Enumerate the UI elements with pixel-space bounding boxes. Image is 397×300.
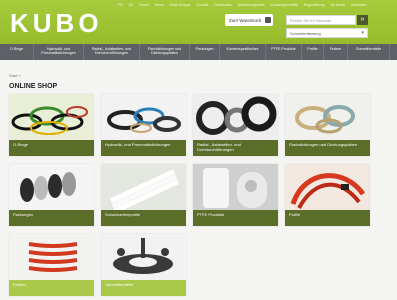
- tile-label: Gummiformteile: [101, 280, 186, 296]
- top-link[interactable]: Ihr Konto: [331, 3, 345, 7]
- nav-item-gummiformteile[interactable]: Gummiformteile: [348, 44, 390, 60]
- category-tile-flachdichtungen[interactable]: Flachdichtungen und Dichtungsplatten: [285, 94, 370, 156]
- nav-item-o-ringe[interactable]: O-Ringe: [0, 44, 34, 60]
- chevron-down-icon: ▾: [361, 30, 364, 36]
- quick-select[interactable]: Schnellerfassung ▾: [286, 28, 368, 38]
- tile-label: Flachdichtungen und Dichtungsplatten: [285, 140, 370, 156]
- main-nav: O-Ringe Hydraulik- und Pneumatikdichtung…: [0, 44, 397, 60]
- hydraulic-seals-image: [101, 94, 186, 140]
- springs-image: [9, 234, 94, 280]
- category-tile-packungen[interactable]: Packungen: [9, 164, 94, 226]
- header: KUBO FR DE Home News Kubo Gruppe Kontakt…: [0, 0, 397, 44]
- nav-item-kundenspezifisches[interactable]: Kundenspezifisches: [220, 44, 266, 60]
- cart-button[interactable]: Zum Warenkorb: [225, 14, 273, 26]
- category-tile-o-ringe[interactable]: O-Ringe: [9, 94, 94, 156]
- quick-select-value: Schnellerfassung: [290, 31, 321, 36]
- top-links: FR DE Home News Kubo Gruppe Kontakt Down…: [118, 3, 397, 7]
- flat-gaskets-image: [285, 94, 370, 140]
- search-input[interactable]: Finden Sie Ihr Nummer: [286, 15, 356, 25]
- page-title: ONLINE SHOP: [9, 83, 58, 90]
- tile-label: Hydraulik- und Pneumatikdichtungen: [101, 140, 186, 156]
- category-tile-ptfe[interactable]: PTFE Produkte: [193, 164, 278, 226]
- top-link[interactable]: Anmelden: [351, 3, 367, 7]
- nav-item-hydraulik[interactable]: Hydraulik- und Pneumatikdichtungen: [34, 44, 84, 60]
- category-tile-schutzkantenprofile[interactable]: Schutzkantenprofile: [101, 164, 186, 226]
- top-link[interactable]: FR: [118, 3, 123, 7]
- category-tile-gummiformteile[interactable]: Gummiformteile: [101, 234, 186, 296]
- edge-profiles-image: [101, 164, 186, 210]
- top-link[interactable]: Anmeldungsseite: [238, 3, 265, 7]
- nav-item-flachdichtungen[interactable]: Flachdichtungen und Dichtungsplatten: [140, 44, 190, 60]
- packings-image: [9, 164, 94, 210]
- top-link[interactable]: Kubo Gruppe: [170, 3, 191, 7]
- nav-item-federn[interactable]: Federn: [324, 44, 348, 60]
- top-link[interactable]: Home: [140, 3, 149, 7]
- top-link[interactable]: News: [155, 3, 164, 7]
- radial-seals-image: [193, 94, 278, 140]
- profiles-image: [285, 164, 370, 210]
- cart-label: Zum Warenkorb: [229, 17, 262, 23]
- tile-label: Federn: [9, 280, 94, 296]
- breadcrumb[interactable]: Start »: [9, 73, 21, 78]
- nav-item-ptfe[interactable]: PTFE Produkte: [266, 44, 302, 60]
- top-link[interactable]: DE: [129, 3, 134, 7]
- top-link[interactable]: Registrierung: [304, 3, 325, 7]
- nav-item-profile[interactable]: Profile: [302, 44, 324, 60]
- tile-label: Profile: [285, 210, 370, 226]
- tile-label: O-Ringe: [9, 140, 94, 156]
- tile-label: Schutzkantenprofile: [101, 210, 186, 226]
- category-tile-federn[interactable]: Federn: [9, 234, 94, 296]
- ptfe-products-image: [193, 164, 278, 210]
- tile-label: Radial-, Axialwellen- und Drehdurchführu…: [193, 140, 278, 156]
- search-button[interactable]: »: [357, 15, 368, 25]
- category-tile-hydraulik[interactable]: Hydraulik- und Pneumatikdichtungen: [101, 94, 186, 156]
- o-rings-image: [9, 94, 94, 140]
- cart-icon: [265, 17, 272, 23]
- top-link[interactable]: Downloads: [214, 3, 231, 7]
- tile-label: Packungen: [9, 210, 94, 226]
- rubber-parts-image: [101, 234, 186, 280]
- kubo-logo[interactable]: KUBO: [10, 8, 103, 39]
- category-tile-radial[interactable]: Radial-, Axialwellen- und Drehdurchführu…: [193, 94, 278, 156]
- nav-item-radial[interactable]: Radial-, Axialwellen- und Drehdurchführu…: [84, 44, 140, 60]
- top-link[interactable]: Kontakt: [196, 3, 208, 7]
- category-tile-profile[interactable]: Profile: [285, 164, 370, 226]
- nav-item-packungen[interactable]: Packungen: [190, 44, 220, 60]
- top-link[interactable]: Kundengeschäfte: [271, 3, 298, 7]
- tile-label: PTFE Produkte: [193, 210, 278, 226]
